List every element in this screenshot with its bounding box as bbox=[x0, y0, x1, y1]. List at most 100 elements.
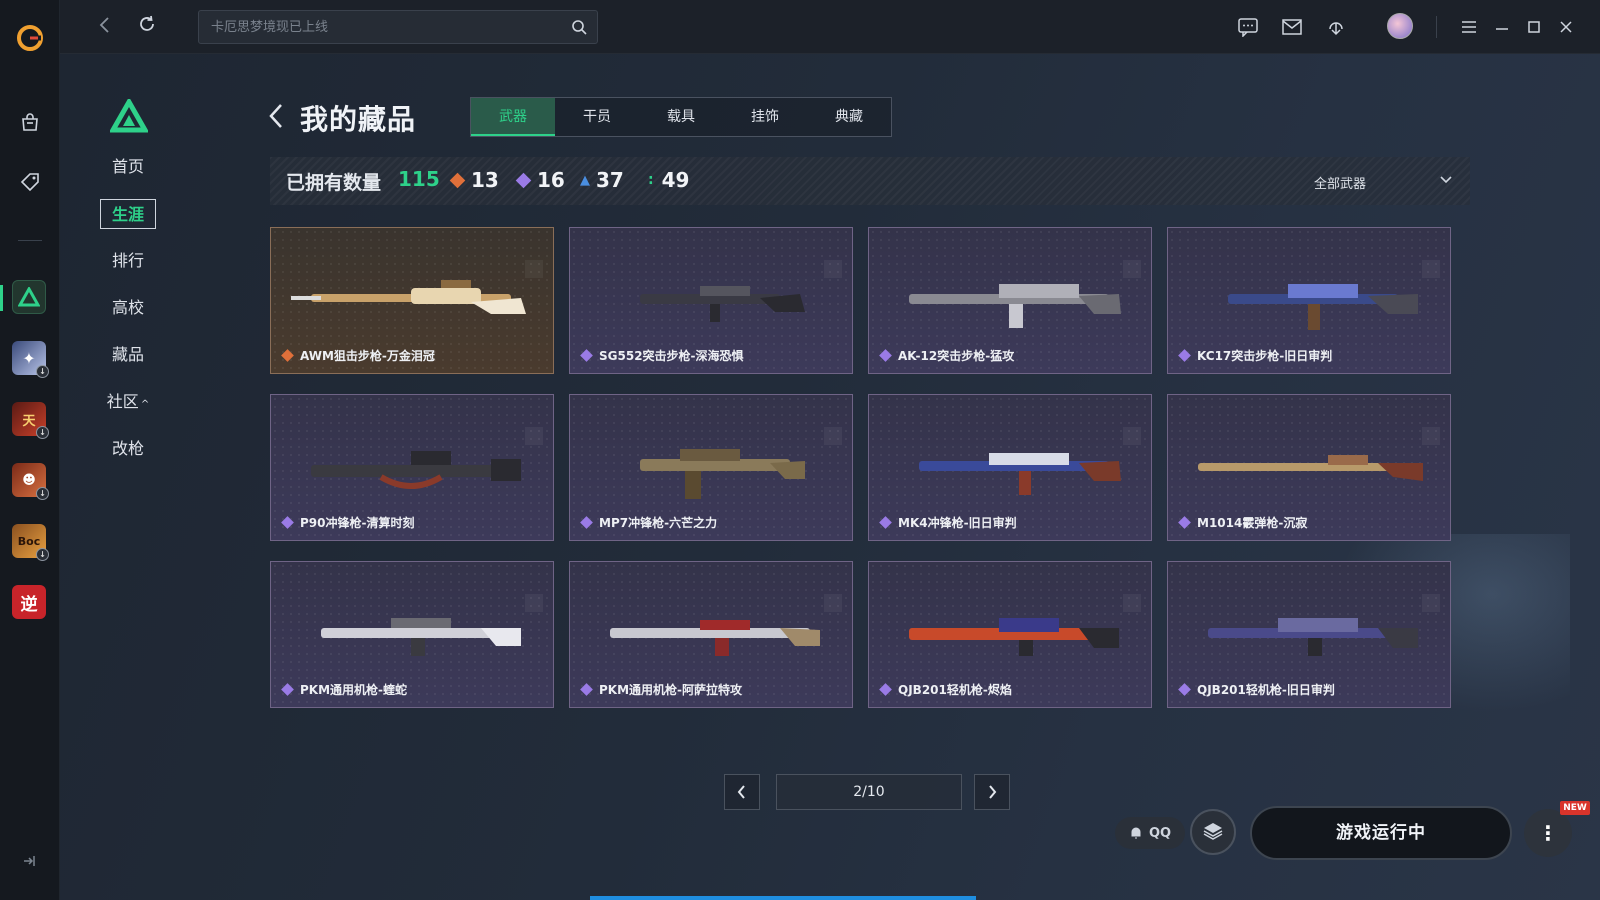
nav-item-college[interactable]: 高校 bbox=[100, 293, 156, 323]
nav-item-gunsmith[interactable]: 改枪 bbox=[100, 434, 156, 464]
collection-item-card[interactable]: QJB201轻机枪-旧日审判 bbox=[1167, 561, 1451, 708]
maximize-icon[interactable] bbox=[1522, 15, 1546, 39]
nav-item-home[interactable]: 首页 bbox=[100, 152, 156, 182]
diamond-purple-icon bbox=[515, 172, 532, 188]
game-status-button[interactable]: 游戏运行中 bbox=[1250, 806, 1512, 860]
rarity-diamond-icon bbox=[580, 349, 593, 362]
item-name-row: AWM狙击步枪-万金泪冠 bbox=[281, 347, 435, 364]
new-badge: NEW bbox=[1560, 801, 1590, 815]
collection-item-card[interactable]: KC17突击步枪-旧日审判 bbox=[1167, 227, 1451, 374]
tab-operators[interactable]: 干员 bbox=[555, 98, 639, 136]
rarity-count-green: : 49 bbox=[648, 168, 689, 192]
cube-button[interactable] bbox=[1190, 809, 1236, 855]
cube-icon bbox=[1203, 823, 1223, 840]
game-tile-1[interactable]: ✦ ↓ bbox=[12, 341, 49, 378]
collection-item-card[interactable]: PKM通用机枪-蝰蛇 bbox=[270, 561, 554, 708]
nav-item-ranking[interactable]: 排行 bbox=[100, 246, 156, 276]
refresh-icon[interactable] bbox=[134, 14, 160, 40]
collection-item-card[interactable]: PKM通用机枪-阿萨拉特攻 bbox=[569, 561, 853, 708]
item-name-row: SG552突击步枪-深海恐惧 bbox=[580, 347, 744, 364]
collection-item-card[interactable]: M1014霰弹枪-沉寂 bbox=[1167, 394, 1451, 541]
rarity-diamond-icon bbox=[1178, 683, 1191, 696]
weapon-image bbox=[311, 451, 521, 489]
qq-button[interactable]: QQ bbox=[1115, 817, 1185, 849]
rarity-diamond-icon bbox=[879, 683, 892, 696]
weapon-image bbox=[1198, 455, 1423, 481]
tab-collection[interactable]: 典藏 bbox=[807, 98, 891, 136]
weapon-filter-dropdown[interactable]: 全部武器 bbox=[1314, 171, 1454, 193]
weapon-image bbox=[640, 449, 805, 499]
collection-item-card[interactable]: AWM狙击步枪-万金泪冠 bbox=[270, 227, 554, 374]
rail-divider bbox=[18, 240, 42, 241]
mail-icon[interactable] bbox=[1280, 15, 1304, 39]
item-name-row: P90冲锋枪-清算时刻 bbox=[281, 514, 414, 531]
weapon-image bbox=[321, 618, 521, 656]
top-bar bbox=[60, 0, 1600, 54]
category-tabs: 武器 干员 载具 挂饰 典藏 bbox=[470, 97, 892, 137]
collapse-icon[interactable] bbox=[20, 852, 40, 872]
game-tile-4[interactable]: Boc ↓ bbox=[12, 524, 49, 561]
bottom-progress-bar bbox=[590, 896, 976, 900]
weapon-image bbox=[909, 618, 1119, 656]
close-icon[interactable] bbox=[1554, 15, 1578, 39]
rarity-diamond-icon bbox=[879, 516, 892, 529]
collection-item-card[interactable]: P90冲锋枪-清算时刻 bbox=[270, 394, 554, 541]
minimize-icon[interactable] bbox=[1490, 15, 1514, 39]
diamond-orange-icon bbox=[449, 172, 466, 188]
tab-vehicles[interactable]: 载具 bbox=[639, 98, 723, 136]
chevrons-blue-icon: ▲ bbox=[580, 172, 590, 188]
download-badge-icon: ↓ bbox=[36, 487, 49, 500]
download-icon[interactable] bbox=[1324, 15, 1348, 39]
collection-item-card[interactable]: AK-12突击步枪-猛攻 bbox=[868, 227, 1152, 374]
rarity-count-orange: 13 bbox=[449, 168, 499, 192]
page-title: 我的藏品 bbox=[300, 103, 417, 136]
collection-item-card[interactable]: MK4冲锋枪-旧日审判 bbox=[868, 394, 1152, 541]
tab-charms[interactable]: 挂饰 bbox=[723, 98, 807, 136]
tag-icon[interactable] bbox=[10, 162, 50, 202]
game-tile-3[interactable]: ☻ ↓ bbox=[12, 463, 49, 500]
next-page-button[interactable] bbox=[974, 774, 1010, 810]
nav-item-collection[interactable]: 藏品 bbox=[100, 340, 156, 370]
delta-force-icon[interactable] bbox=[12, 280, 46, 314]
prev-page-button[interactable] bbox=[724, 774, 760, 810]
collection-item-card[interactable]: QJB201轻机枪-烬焰 bbox=[868, 561, 1152, 708]
chevron-right-icon bbox=[989, 785, 997, 799]
item-name: AWM狙击步枪-万金泪冠 bbox=[300, 349, 435, 363]
weapon-image bbox=[610, 620, 820, 656]
back-icon[interactable] bbox=[92, 14, 118, 40]
chat-icon[interactable] bbox=[1236, 15, 1260, 39]
qq-label: QQ bbox=[1148, 825, 1172, 841]
collection-item-card[interactable]: SG552突击步枪-深海恐惧 bbox=[569, 227, 853, 374]
search-box bbox=[198, 10, 598, 44]
main-content: 首页 生涯 排行 高校 藏品 社区 ^ 改枪 我的藏品 武器 干员 载具 挂饰 典… bbox=[60, 54, 1600, 900]
game-tile-5[interactable]: 逆 bbox=[12, 585, 46, 619]
game-tile-2[interactable]: 天 ↓ bbox=[12, 402, 49, 439]
nav-item-community[interactable]: 社区 ^ bbox=[100, 387, 156, 417]
toolbar-divider bbox=[1436, 16, 1437, 38]
search-icon[interactable] bbox=[571, 19, 587, 35]
item-name: PKM通用机枪-阿萨拉特攻 bbox=[599, 683, 743, 697]
tab-weapons[interactable]: 武器 bbox=[471, 98, 555, 136]
collection-item-card[interactable]: MP7冲锋枪-六芒之力 bbox=[569, 394, 853, 541]
rarity-diamond-icon bbox=[281, 349, 294, 362]
download-badge-icon: ↓ bbox=[36, 426, 49, 439]
search-input[interactable] bbox=[199, 11, 559, 43]
weapon-image bbox=[291, 280, 526, 314]
store-bag-icon[interactable] bbox=[10, 102, 50, 142]
rarity-count-purple: 16 bbox=[515, 168, 565, 192]
rarity-diamond-icon bbox=[281, 683, 294, 696]
more-vertical-icon[interactable]: ⋮ bbox=[1524, 809, 1572, 857]
item-name: MP7冲锋枪-六芒之力 bbox=[599, 516, 718, 530]
stats-bar: 已拥有数量 115 13 16 ▲ 37 : 49 全部武器 bbox=[270, 157, 1470, 205]
item-name: QJB201轻机枪-旧日审判 bbox=[1197, 683, 1335, 697]
delta-force-logo-icon bbox=[108, 96, 150, 133]
app-logo-icon[interactable] bbox=[12, 20, 48, 56]
weapon-image bbox=[909, 284, 1121, 328]
avatar[interactable] bbox=[1387, 13, 1413, 39]
item-name: P90冲锋枪-清算时刻 bbox=[300, 516, 415, 530]
page-back-icon[interactable] bbox=[266, 102, 290, 132]
item-name-row: KC17突击步枪-旧日审判 bbox=[1178, 347, 1332, 364]
nav-item-career[interactable]: 生涯 bbox=[100, 199, 156, 229]
menu-icon[interactable] bbox=[1457, 15, 1481, 39]
rarity-diamond-icon bbox=[580, 683, 593, 696]
